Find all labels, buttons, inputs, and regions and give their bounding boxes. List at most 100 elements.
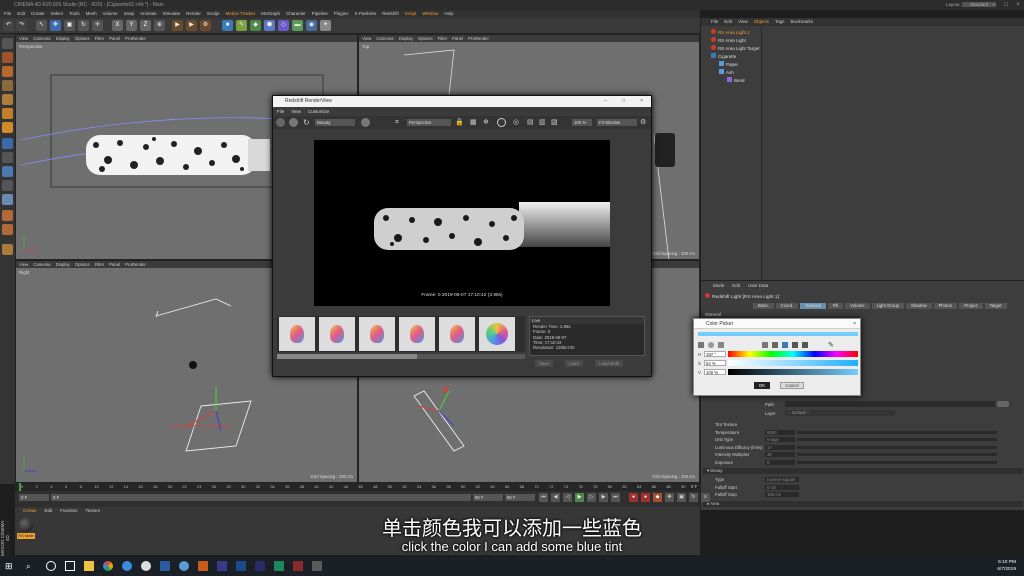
object-row-rs-area-light[interactable]: RS Area Light — [701, 37, 1024, 45]
load-button[interactable]: Load — [565, 360, 583, 367]
floor-icon[interactable]: ▬ — [292, 20, 303, 31]
cinema4d-icon[interactable] — [141, 561, 151, 571]
image-mode-icon[interactable] — [718, 341, 724, 348]
snapshot-thumb[interactable] — [319, 317, 355, 351]
menu-animate[interactable]: Animate — [140, 10, 157, 18]
attr-row[interactable]: Luminous Efficacy (lm/w) 17 — [701, 444, 1024, 451]
points-mode-icon[interactable] — [2, 94, 13, 105]
attr-value-field[interactable]: 17 — [765, 444, 795, 450]
decay-value-field[interactable]: 100 cm — [765, 492, 799, 497]
menu-script[interactable]: Script — [405, 10, 417, 18]
tab-shadow[interactable]: Shadow — [906, 303, 932, 309]
render-settings-icon[interactable]: ⚙ — [200, 20, 211, 31]
color-wheel-mode-icon[interactable] — [698, 341, 704, 348]
decay-row[interactable]: Falloff Start 0 cm — [701, 484, 1024, 491]
menu-redshift[interactable]: Redshift — [382, 10, 399, 18]
obj-menu-bookmarks[interactable]: Bookmarks — [791, 18, 814, 26]
edges-mode-icon[interactable] — [2, 108, 13, 119]
snapshot-thumb[interactable] — [439, 317, 475, 351]
next-frame-icon[interactable]: ▷ — [587, 493, 596, 502]
snapshot-thumb[interactable] — [479, 317, 515, 351]
z-axis-lock[interactable]: Z — [140, 20, 151, 31]
object-row-rs-area-light-target[interactable]: RS Area Light Target — [701, 45, 1024, 53]
obj-menu-tags[interactable]: Tags — [775, 18, 785, 26]
tab-photon[interactable]: Photon — [933, 303, 958, 309]
task-view-icon[interactable] — [65, 561, 75, 571]
photoshop-icon[interactable] — [236, 561, 246, 571]
search-icon[interactable]: ⌕ — [26, 561, 30, 572]
play-icon[interactable]: ▶ — [575, 493, 584, 502]
attr-value-field[interactable]: 30 — [765, 452, 795, 458]
menu-plugins[interactable]: Plugins — [334, 10, 349, 18]
attr-row[interactable]: Unit Type Image — [701, 436, 1024, 443]
app-icon[interactable] — [198, 561, 208, 571]
tab-fill[interactable]: Fill — [827, 303, 844, 309]
model-mode-icon[interactable] — [2, 52, 13, 63]
clock-date[interactable]: 6/7/2019 — [986, 567, 1016, 572]
rv-snowflake-icon[interactable]: ❄ — [483, 118, 489, 127]
redshift-renderview-window[interactable]: Redshift RenderView – □ × File View Cust… — [272, 95, 652, 377]
rv-fit-select[interactable]: Fit Window — [597, 119, 637, 126]
next-key-icon[interactable]: ▶ — [599, 493, 608, 502]
ok-button[interactable]: OK — [754, 382, 770, 389]
renderview-close-icon[interactable]: × — [640, 96, 643, 107]
spectrum-mode-icon[interactable] — [708, 341, 714, 348]
attr-value-field[interactable]: 0 — [765, 460, 795, 465]
render-picture-viewer-icon[interactable]: ▶ — [186, 20, 197, 31]
clock-time[interactable]: 5:10 PM — [986, 560, 1016, 565]
color-picker-titlebar[interactable]: Color Picker × — [694, 319, 860, 329]
previous-frame-icon[interactable]: ◁ — [563, 493, 572, 502]
minimize-icon[interactable]: – — [988, 0, 1000, 10]
path-field[interactable] — [785, 401, 995, 407]
attr-menu-edit[interactable]: Edit — [732, 283, 740, 290]
cube-object-icon[interactable]: ■ — [222, 20, 233, 31]
position-key-icon[interactable]: ✥ — [665, 493, 674, 502]
rv-crop-icon[interactable]: ⌗ — [395, 118, 399, 127]
preview-range-slider[interactable]: 0 F — [51, 494, 471, 501]
menu-snap[interactable]: Snap — [124, 10, 135, 18]
rv-save-icon[interactable]: ▤ — [527, 118, 534, 127]
tweak-icon[interactable] — [2, 152, 13, 163]
attr-slider[interactable] — [797, 445, 997, 449]
attr-row[interactable]: Temperature 6500 — [701, 429, 1024, 436]
go-to-start-icon[interactable]: ⏮ — [539, 493, 548, 502]
chrome-icon[interactable] — [103, 561, 113, 571]
keyframe-selection-icon[interactable]: ◆ — [653, 493, 662, 502]
cortana-icon[interactable] — [46, 561, 56, 571]
swatches-mode-icon[interactable] — [802, 341, 808, 348]
obj-menu-view[interactable]: View — [738, 18, 748, 26]
menu-sculpt[interactable]: Sculpt — [207, 10, 220, 18]
hue-value-field[interactable]: 197 ° — [704, 351, 726, 357]
menu-file[interactable]: File — [4, 10, 11, 18]
move-tool-icon[interactable]: ✥ — [50, 20, 61, 31]
camera-icon[interactable]: ◉ — [306, 20, 317, 31]
snapshot-thumb[interactable] — [279, 317, 315, 351]
rv-snapshot-icon[interactable]: ▦ — [470, 118, 477, 127]
locked-workplane-icon[interactable] — [2, 180, 13, 191]
tab-project[interactable]: Project — [959, 303, 983, 309]
rv-lock-icon[interactable]: 🔒 — [455, 118, 464, 127]
planar-workplane-icon[interactable] — [2, 194, 13, 205]
rv-refresh-icon[interactable]: ↻ — [303, 118, 310, 127]
undo-icon[interactable]: ↶ — [3, 20, 14, 31]
obj-menu-objects[interactable]: Objects — [754, 18, 769, 26]
rv-circle-icon[interactable] — [497, 118, 506, 127]
object-row-rs-area-light-1[interactable]: RS Area Light.1 — [701, 29, 1024, 37]
decay-value-field[interactable]: 0 cm — [765, 484, 799, 490]
layer-field[interactable]: -- Default -- — [785, 410, 895, 416]
rotate-tool-icon[interactable]: ↻ — [78, 20, 89, 31]
hue-slider[interactable] — [728, 351, 858, 357]
array-icon[interactable]: ⬢ — [264, 20, 275, 31]
menu-x-particles[interactable]: X-Particles — [355, 10, 377, 18]
attr-slider[interactable] — [797, 430, 997, 434]
mixer-mode-icon[interactable] — [792, 341, 798, 348]
maximize-icon[interactable]: □ — [1000, 0, 1012, 10]
rv-zoom-field[interactable]: 100 % — [572, 119, 592, 126]
app-icon[interactable] — [274, 561, 284, 571]
saturation-slider[interactable] — [728, 360, 858, 366]
menu-render[interactable]: Render — [186, 10, 201, 18]
value-slider[interactable] — [728, 369, 858, 375]
rv-stop-icon[interactable] — [289, 118, 298, 127]
light-icon[interactable]: ✦ — [320, 20, 331, 31]
rv-settings-icon[interactable]: ⚙ — [640, 118, 646, 127]
